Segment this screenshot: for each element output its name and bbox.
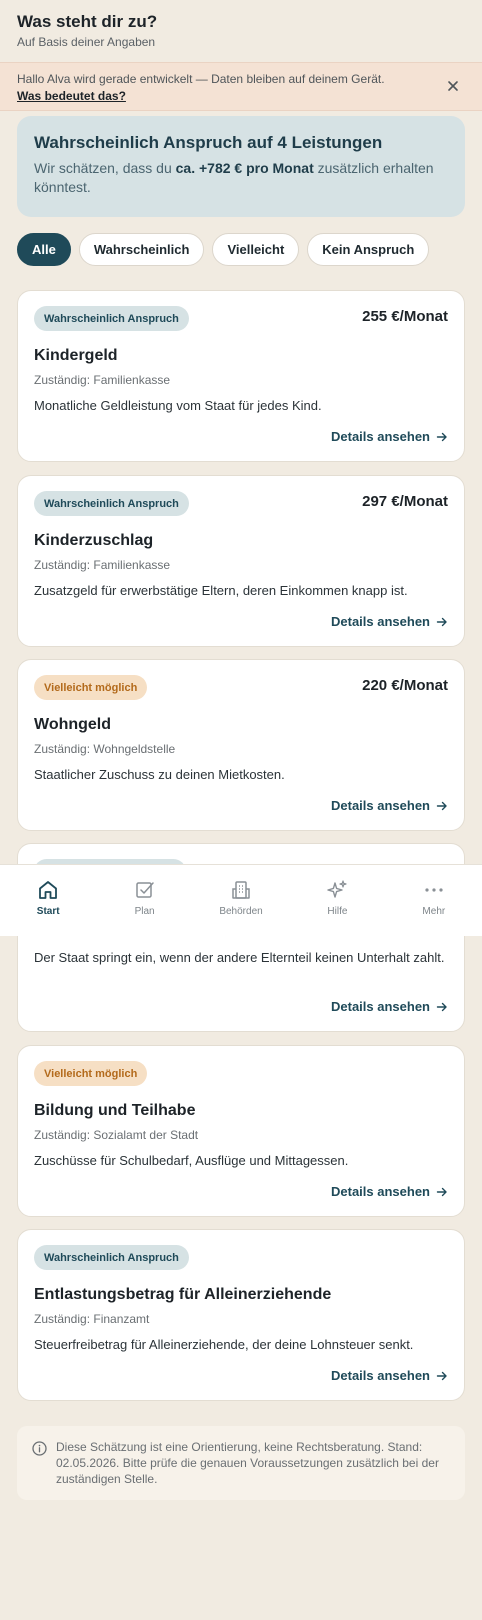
nav-label: Plan bbox=[134, 906, 155, 917]
benefit-amount: 297 €/Monat bbox=[362, 493, 448, 510]
status-badge: Vielleicht möglich bbox=[34, 1061, 148, 1086]
page-subtitle: Auf Basis deiner Angaben bbox=[17, 35, 156, 49]
banner-text: Hallo Alva wird gerade entwickelt — Date… bbox=[17, 72, 385, 86]
benefit-title: Entlastungsbetrag für Alleinerziehende bbox=[34, 1286, 332, 1303]
status-badge: Vielleicht möglich bbox=[34, 675, 148, 700]
benefit-title: Wohngeld bbox=[34, 716, 112, 733]
status-badge: Wahrscheinlich Anspruch bbox=[34, 1245, 189, 1270]
details-link[interactable]: Details ansehen bbox=[331, 1368, 448, 1383]
building-icon bbox=[232, 881, 250, 899]
nav-plan[interactable]: Plan bbox=[96, 865, 192, 936]
home-icon bbox=[39, 881, 58, 899]
benefit-title: Kindergeld bbox=[34, 347, 118, 364]
nav-label: Mehr bbox=[422, 906, 446, 917]
benefit-card-entlastungsbetrag[interactable]: Wahrscheinlich Anspruch Entlastungsbetra… bbox=[17, 1229, 465, 1401]
details-label: Details ansehen bbox=[331, 1184, 430, 1199]
details-label: Details ansehen bbox=[331, 614, 430, 629]
status-badge: Wahrscheinlich Anspruch bbox=[34, 306, 189, 331]
nav-start[interactable]: Start bbox=[0, 865, 96, 936]
benefit-card-bildung-teilhabe[interactable]: Vielleicht möglich Bildung und Teilhabe … bbox=[17, 1045, 465, 1217]
more-dots-icon bbox=[425, 888, 443, 892]
benefit-description: Der Staat springt ein, wenn der andere E… bbox=[34, 950, 445, 965]
summary-title: Wahrscheinlich Anspruch auf 4 Leistungen bbox=[34, 133, 383, 152]
page-header: Was steht dir zu? Auf Basis deiner Angab… bbox=[0, 0, 482, 62]
benefit-authority: Zuständig: Sozialamt der Stadt bbox=[34, 1128, 199, 1142]
benefit-authority: Zuständig: Familienkasse bbox=[34, 558, 171, 572]
benefit-authority: Zuständig: Finanzamt bbox=[34, 1312, 150, 1326]
nav-label: Start bbox=[36, 906, 60, 917]
benefit-description: Zuschüsse für Schulbedarf, Ausflüge und … bbox=[34, 1153, 349, 1168]
details-link[interactable]: Details ansehen bbox=[331, 1184, 448, 1199]
nav-behoerden[interactable]: Behörden bbox=[193, 865, 289, 936]
summary-amount: ca. +782 € pro Monat bbox=[175, 160, 314, 176]
benefit-description: Staatlicher Zuschuss zu deinen Mietkoste… bbox=[34, 767, 285, 782]
info-icon bbox=[32, 1441, 47, 1456]
benefit-card-kinderzuschlag[interactable]: Wahrscheinlich Anspruch 297 €/Monat Kind… bbox=[17, 475, 465, 647]
benefit-amount: 255 €/Monat bbox=[362, 308, 448, 325]
filter-bar: Alle Wahrscheinlich Vielleicht Kein Ansp… bbox=[0, 233, 482, 266]
benefit-description: Steuerfreibetrag für Alleinerziehende, d… bbox=[34, 1337, 414, 1352]
nav-label: Hilfe bbox=[327, 906, 348, 917]
benefit-authority: Zuständig: Wohngeldstelle bbox=[34, 742, 176, 756]
benefit-authority: Zuständig: Familienkasse bbox=[34, 373, 171, 387]
benefit-title: Bildung und Teilhabe bbox=[34, 1102, 196, 1119]
arrow-right-icon bbox=[436, 801, 447, 810]
nav-mehr[interactable]: Mehr bbox=[386, 865, 482, 936]
checklist-icon bbox=[135, 882, 154, 898]
dev-notice-banner: Hallo Alva wird gerade entwickelt — Date… bbox=[0, 62, 482, 111]
arrow-right-icon bbox=[436, 1002, 447, 1011]
filter-maybe[interactable]: Vielleicht bbox=[212, 233, 300, 266]
summary-card: Wahrscheinlich Anspruch auf 4 Leistungen… bbox=[17, 116, 465, 217]
arrow-right-icon bbox=[436, 1371, 447, 1380]
arrow-right-icon bbox=[436, 617, 447, 626]
details-label: Details ansehen bbox=[331, 999, 430, 1014]
benefit-description: Monatliche Geldleistung vom Staat für je… bbox=[34, 398, 322, 413]
summary-text: Wir schätzen, dass du ca. +782 € pro Mon… bbox=[34, 160, 434, 195]
benefit-card-wohngeld[interactable]: Vielleicht möglich 220 €/Monat Wohngeld … bbox=[17, 659, 465, 831]
filter-all[interactable]: Alle bbox=[17, 233, 71, 266]
benefit-description: Zusatzgeld für erwerbstätige Eltern, der… bbox=[34, 583, 408, 598]
disclaimer-text: Diese Schätzung ist eine Orientierung, k… bbox=[56, 1440, 439, 1486]
disclaimer-box: Diese Schätzung ist eine Orientierung, k… bbox=[17, 1426, 465, 1500]
arrow-right-icon bbox=[436, 1187, 447, 1196]
filter-none[interactable]: Kein Anspruch bbox=[307, 233, 430, 266]
nav-label: Behörden bbox=[219, 906, 263, 917]
details-link[interactable]: Details ansehen bbox=[331, 429, 448, 444]
bottom-navigation: Start Plan Behörden Hilfe Mehr bbox=[0, 864, 482, 936]
details-link[interactable]: Details ansehen bbox=[331, 614, 448, 629]
banner-link[interactable]: Was bedeutet das? bbox=[17, 88, 126, 105]
details-label: Details ansehen bbox=[331, 429, 430, 444]
status-badge: Wahrscheinlich Anspruch bbox=[34, 491, 189, 516]
benefit-card-kindergeld[interactable]: Wahrscheinlich Anspruch 255 €/Monat Kind… bbox=[17, 290, 465, 462]
details-label: Details ansehen bbox=[331, 798, 430, 813]
close-icon[interactable] bbox=[446, 79, 460, 93]
sparkles-icon bbox=[327, 880, 348, 898]
arrow-right-icon bbox=[436, 432, 447, 441]
filter-likely[interactable]: Wahrscheinlich bbox=[78, 233, 205, 266]
benefit-title: Kinderzuschlag bbox=[34, 532, 154, 549]
details-link[interactable]: Details ansehen bbox=[331, 798, 448, 813]
page-title: Was steht dir zu? bbox=[17, 12, 158, 31]
benefit-amount: 220 €/Monat bbox=[362, 677, 448, 694]
details-label: Details ansehen bbox=[331, 1368, 430, 1383]
nav-hilfe[interactable]: Hilfe bbox=[289, 865, 385, 936]
details-link[interactable]: Details ansehen bbox=[331, 999, 448, 1014]
